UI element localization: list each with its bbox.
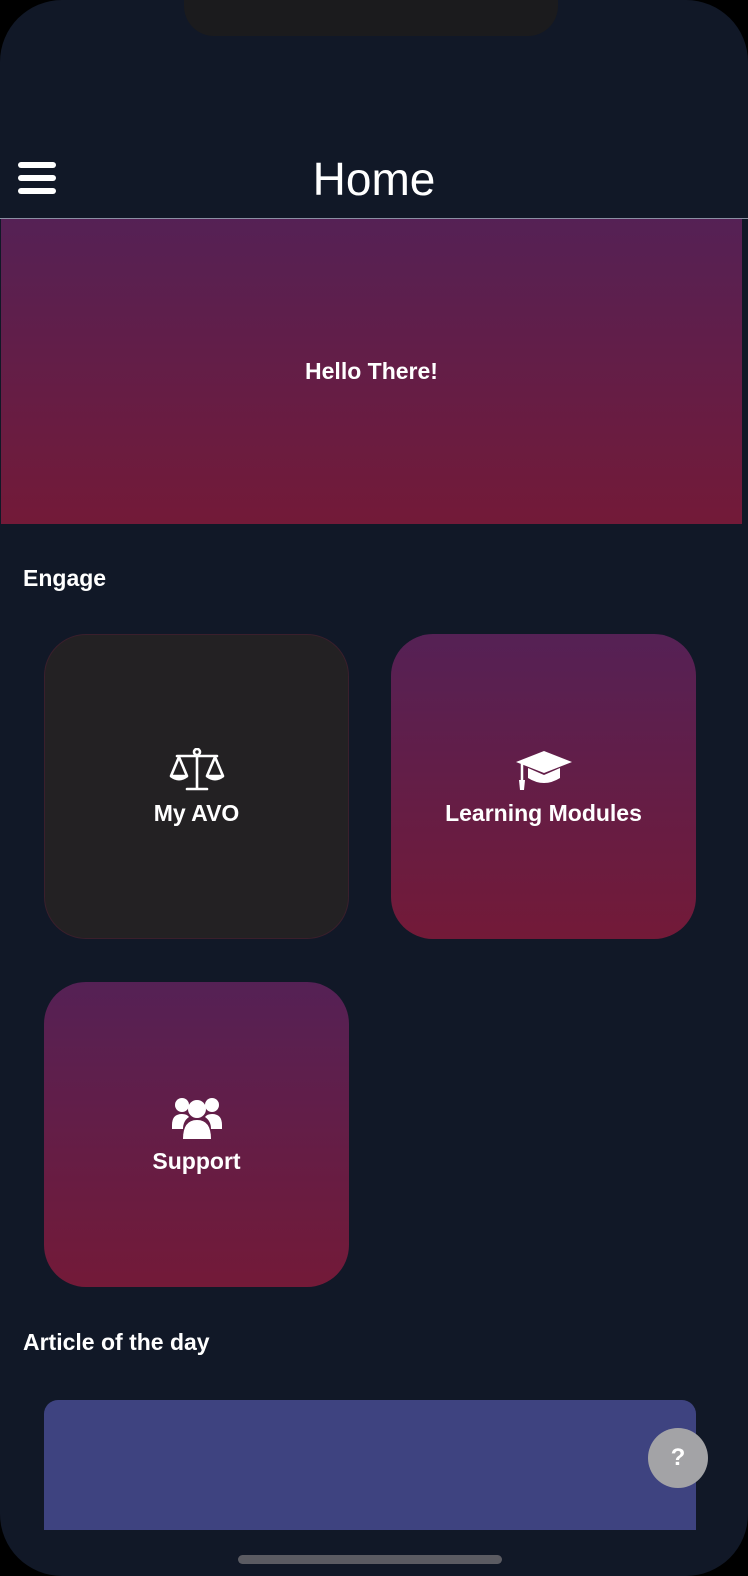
help-question-icon: ?	[670, 1444, 686, 1471]
hero-greeting: Hello There!	[305, 358, 438, 384]
learning-modules-card[interactable]: Learning Modules	[391, 634, 696, 939]
graduation-cap-icon	[514, 746, 574, 794]
app-header: Home	[0, 140, 748, 219]
phone-screen: Home Hello There! Engage My AVO Learning…	[0, 0, 748, 1576]
article-section-title: Article of the day	[23, 1329, 210, 1355]
article-of-the-day-card[interactable]	[44, 1400, 696, 1530]
users-group-icon	[167, 1094, 227, 1142]
scale-icon	[167, 746, 227, 794]
page-title: Home	[312, 153, 436, 205]
support-label: Support	[152, 1147, 241, 1174]
engage-section-title: Engage	[23, 565, 107, 591]
my-avo-label: My AVO	[153, 799, 240, 826]
my-avo-card[interactable]: My AVO	[44, 634, 349, 939]
support-card[interactable]: Support	[44, 982, 349, 1287]
hero-banner: Hello There!	[1, 219, 742, 524]
device-notch	[184, 0, 558, 36]
home-indicator	[238, 1555, 502, 1564]
help-button[interactable]: ?	[648, 1428, 708, 1488]
learning-modules-label: Learning Modules	[445, 799, 642, 826]
